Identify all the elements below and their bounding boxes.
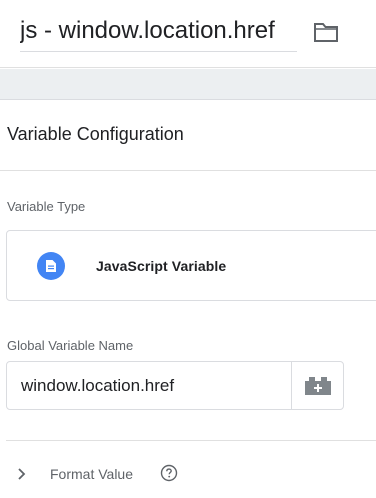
divider bbox=[6, 440, 376, 441]
chevron-right-icon bbox=[18, 468, 26, 480]
variable-name-field[interactable]: js - window.location.href bbox=[20, 14, 297, 52]
lego-brick-icon bbox=[304, 376, 331, 395]
header-bar: js - window.location.href bbox=[0, 0, 376, 68]
folder-button[interactable] bbox=[312, 18, 340, 46]
global-variable-name-label: Global Variable Name bbox=[7, 338, 134, 353]
folder-icon bbox=[314, 23, 338, 42]
format-value-label: Format Value bbox=[50, 466, 133, 482]
global-variable-name-value: window.location.href bbox=[21, 375, 175, 395]
help-circle-icon[interactable] bbox=[160, 464, 178, 482]
insert-variable-button[interactable] bbox=[291, 361, 344, 410]
variable-type-name: JavaScript Variable bbox=[96, 258, 227, 274]
divider bbox=[0, 170, 376, 171]
header-separator-band bbox=[0, 69, 376, 99]
document-icon bbox=[37, 252, 65, 280]
global-variable-name-input[interactable]: window.location.href bbox=[6, 361, 292, 410]
variable-name-text: js - window.location.href bbox=[20, 17, 275, 44]
variable-type-selector[interactable]: JavaScript Variable bbox=[6, 230, 376, 301]
variable-type-label: Variable Type bbox=[7, 199, 86, 214]
format-value-toggle[interactable]: Format Value bbox=[0, 456, 376, 492]
card-title: Variable Configuration bbox=[7, 124, 184, 144]
variable-configuration-card: Variable Configuration Variable Type Jav… bbox=[0, 99, 376, 498]
